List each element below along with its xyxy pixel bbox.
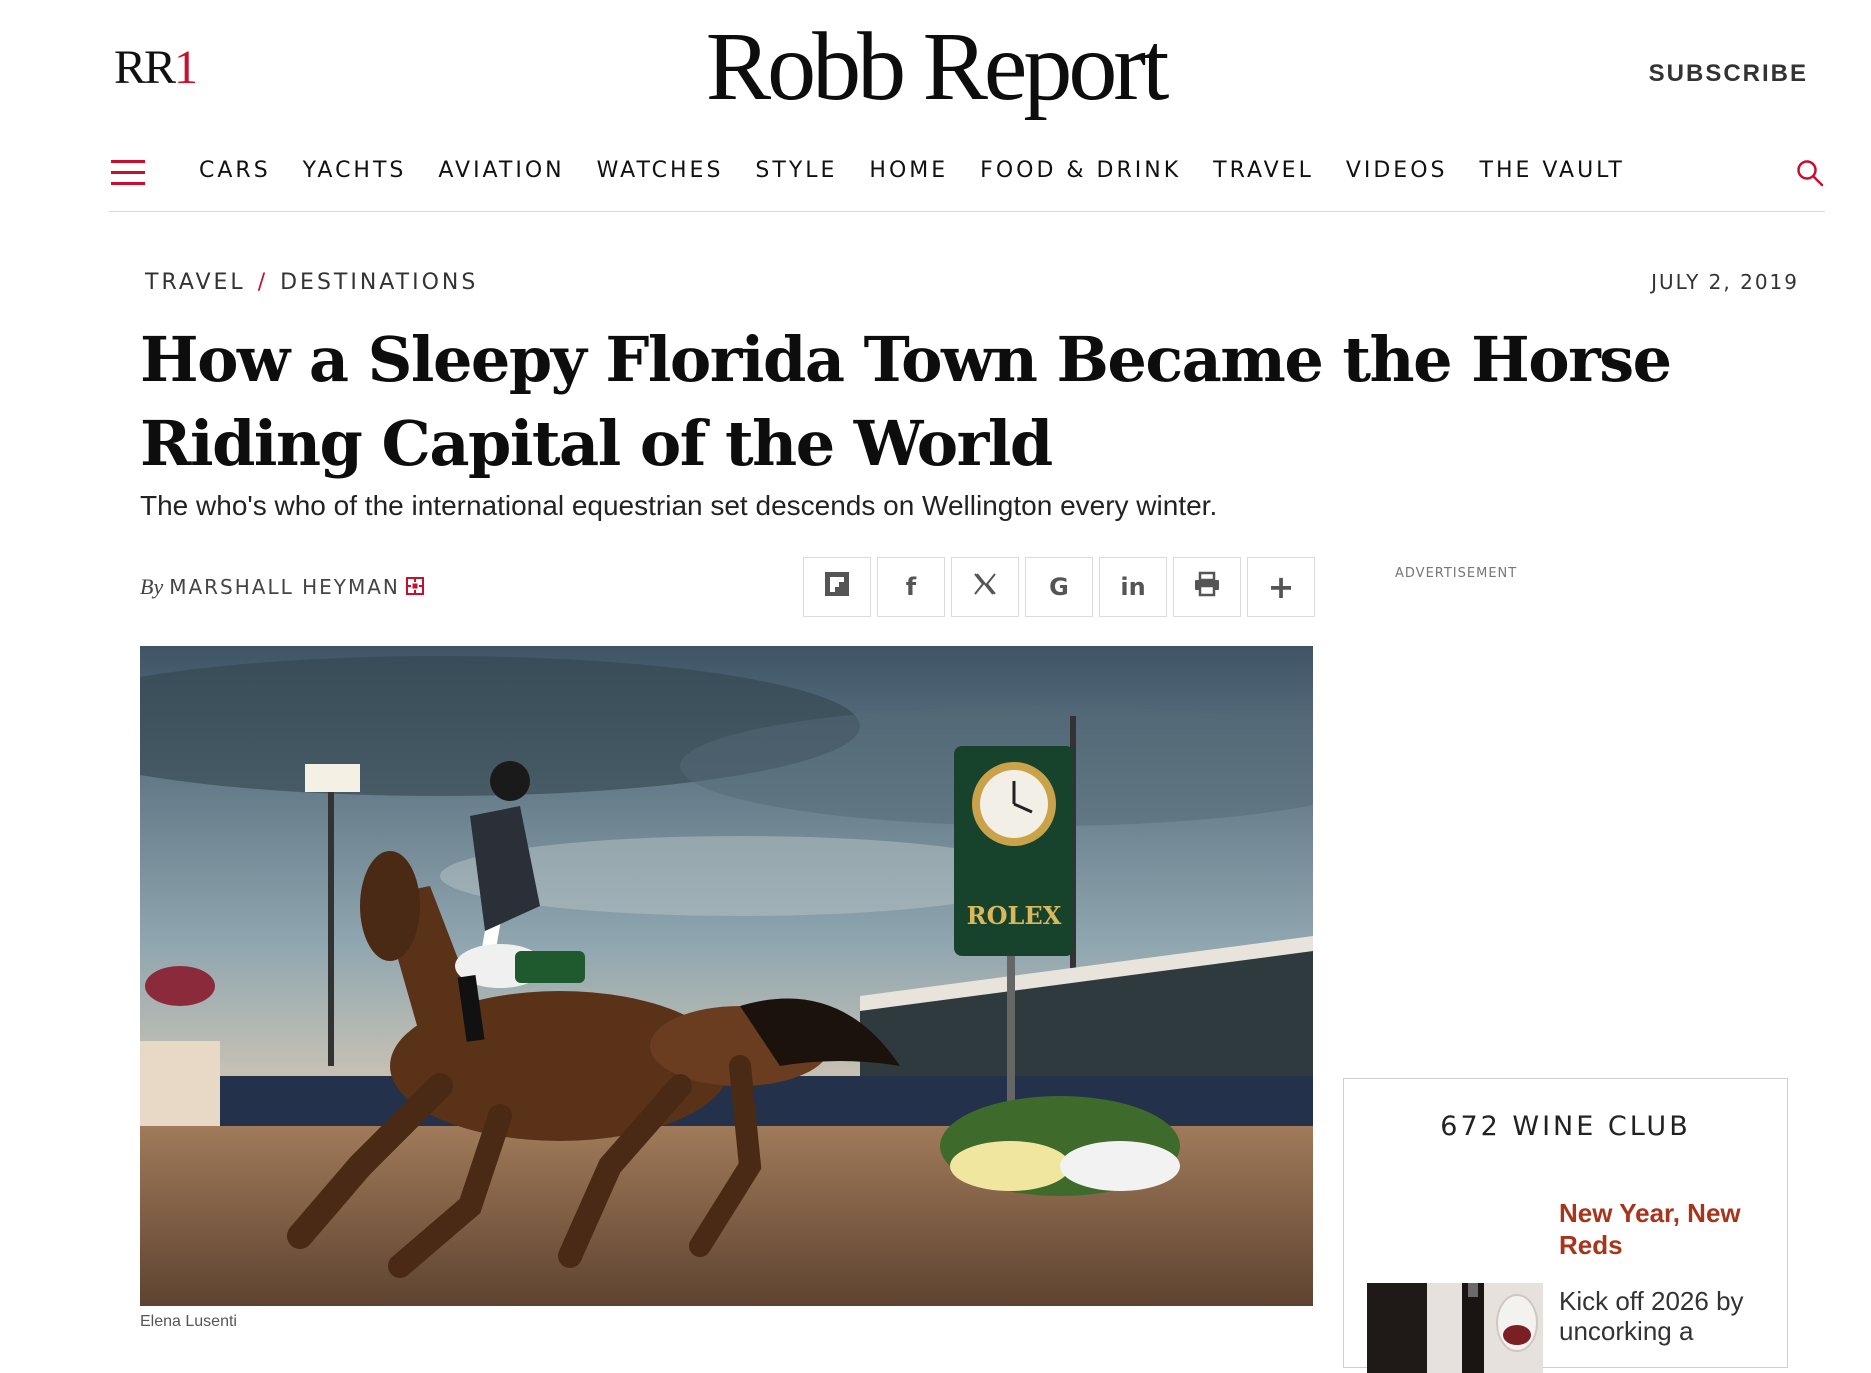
linkedin-icon: in — [1120, 573, 1146, 601]
author-name[interactable]: MARSHALL HEYMAN — [169, 575, 400, 599]
nav-items: CARS YACHTS AVIATION WATCHES STYLE HOME … — [199, 158, 1657, 183]
flipboard-icon — [824, 571, 850, 603]
share-print-button[interactable] — [1173, 557, 1241, 617]
share-x-button[interactable] — [951, 557, 1019, 617]
wine-club-text: Kick off 2026 by uncorking a — [1559, 1286, 1744, 1346]
nav-item-cars[interactable]: CARS — [199, 158, 271, 183]
rolex-sign-text: ROLEX — [967, 901, 1062, 930]
brand-logo[interactable]: Robb Report — [0, 18, 1871, 116]
wine-club-title[interactable]: 672 WINE CLUB — [1344, 1111, 1787, 1142]
nav-item-yachts[interactable]: YACHTS — [303, 158, 407, 183]
share-linkedin-button[interactable]: in — [1099, 557, 1167, 617]
wine-club-headline[interactable]: New Year, New Reds — [1559, 1197, 1769, 1261]
nav-item-home[interactable]: HOME — [869, 158, 948, 183]
subscribe-link[interactable]: SUBSCRIBE — [1649, 60, 1808, 88]
article-dek: The who's who of the international eques… — [140, 490, 1218, 521]
nav-item-videos[interactable]: VIDEOS — [1346, 158, 1448, 183]
breadcrumb-travel[interactable]: TRAVEL — [145, 270, 246, 295]
share-bar: f G in + — [803, 557, 1315, 617]
publish-date: JULY 2, 2019 — [1651, 270, 1799, 294]
article-headline: How a Sleepy Florida Town Became the Hor… — [140, 323, 1672, 480]
share-flipboard-button[interactable] — [803, 557, 871, 617]
nav-item-food-drink[interactable]: FOOD & DRINK — [980, 158, 1181, 183]
byline-prefix: By — [140, 574, 164, 599]
google-icon: G — [1049, 573, 1069, 601]
nav-item-watches[interactable]: WATCHES — [597, 158, 724, 183]
author-badge-icon — [405, 577, 424, 595]
hero-image: ROLEX — [140, 646, 1313, 1306]
wine-club-thumbnail[interactable] — [1367, 1283, 1543, 1373]
advertisement-label: ADVERTISEMENT — [1395, 566, 1518, 581]
breadcrumb-destinations[interactable]: DESTINATIONS — [280, 270, 478, 295]
menu-icon[interactable] — [111, 160, 145, 186]
nav-item-travel[interactable]: TRAVEL — [1213, 158, 1314, 183]
byline: By MARSHALL HEYMAN — [140, 574, 424, 600]
nav-item-style[interactable]: STYLE — [755, 158, 837, 183]
plus-icon: + — [1267, 568, 1295, 606]
search-icon[interactable] — [1795, 158, 1825, 188]
photo-credit: Elena Lusenti — [140, 1313, 237, 1330]
x-icon — [972, 571, 998, 603]
share-more-button[interactable]: + — [1247, 557, 1315, 617]
wine-club-card: 672 WINE CLUB New Year, New Reds Kick of… — [1343, 1078, 1788, 1373]
main-nav: CARS YACHTS AVIATION WATCHES STYLE HOME … — [109, 140, 1825, 212]
site-header: RR1 Robb Report SUBSCRIBE — [0, 0, 1871, 130]
share-facebook-button[interactable]: f — [877, 557, 945, 617]
breadcrumb-separator: / — [257, 270, 269, 295]
nav-item-the-vault[interactable]: THE VAULT — [1480, 158, 1625, 183]
nav-item-aviation[interactable]: AVIATION — [438, 158, 564, 183]
share-google-button[interactable]: G — [1025, 557, 1093, 617]
breadcrumb: TRAVEL / DESTINATIONS — [145, 270, 478, 295]
facebook-icon: f — [905, 573, 917, 601]
print-icon — [1193, 571, 1221, 603]
